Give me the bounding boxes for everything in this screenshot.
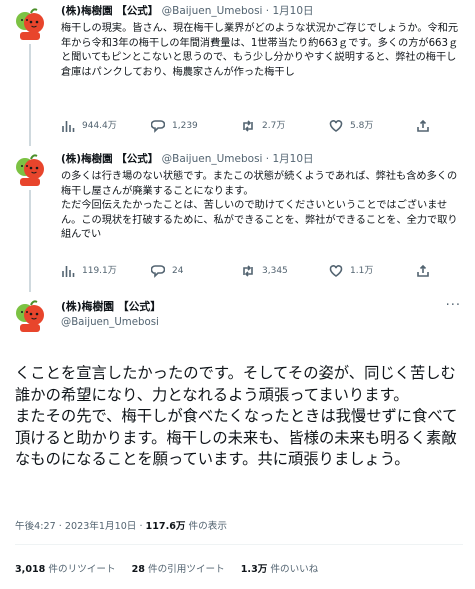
reply-button[interactable]: 24 bbox=[151, 263, 183, 279]
display-name[interactable]: (株)梅樹園 【公式】 bbox=[61, 300, 161, 314]
retweet-icon bbox=[243, 120, 253, 132]
views-button[interactable]: 944.4万 bbox=[61, 118, 117, 134]
views-count: 117.6万 bbox=[145, 521, 186, 532]
more-options-icon[interactable]: ··· bbox=[446, 298, 461, 313]
tweet-text: の多くは行き場のない状態です。またこの状態が続くようであれば、弊社も含め多くの梅… bbox=[61, 171, 458, 241]
views-icon bbox=[62, 121, 75, 132]
mascot-avatar-icon bbox=[16, 8, 44, 40]
retweets-stat[interactable]: 3,018 件のリツイート bbox=[15, 564, 116, 575]
retweet-icon bbox=[243, 265, 253, 277]
like-icon bbox=[329, 120, 343, 132]
likes-stat[interactable]: 1.3万 件のいいね bbox=[241, 564, 319, 575]
mascot-avatar-icon bbox=[16, 154, 44, 186]
display-name[interactable]: (株)梅樹園 【公式】 bbox=[61, 5, 158, 17]
handle[interactable]: @Baijuen_Umebosi bbox=[61, 316, 159, 330]
views-icon bbox=[62, 266, 75, 277]
retweet-button[interactable]: 2.7万 bbox=[241, 118, 285, 134]
views-button[interactable]: 119.1万 bbox=[61, 263, 117, 279]
display-name[interactable]: (株)梅樹園 【公式】 bbox=[61, 153, 158, 165]
handle-date[interactable]: @Baijuen_Umebosi · 1月10日 bbox=[162, 153, 314, 165]
divider bbox=[15, 544, 463, 545]
reply-icon bbox=[151, 265, 165, 278]
share-button[interactable] bbox=[416, 263, 437, 279]
tweet-text: くことを宣言したかったのです。そしてその姿が、同じく苦しむ誰かの希望になり、力と… bbox=[15, 364, 458, 469]
share-icon bbox=[417, 264, 429, 277]
thread-line bbox=[29, 44, 31, 146]
share-button[interactable] bbox=[416, 118, 437, 134]
tweet-timestamp[interactable]: 午後4:27 · 2023年1月10日 · 117.6万 件の表示 bbox=[15, 518, 227, 532]
share-icon bbox=[417, 119, 429, 132]
reply-button[interactable]: 1,239 bbox=[151, 118, 198, 134]
avatar[interactable] bbox=[12, 6, 48, 42]
retweet-button[interactable]: 3,345 bbox=[241, 263, 288, 279]
quotes-stat[interactable]: 28 件の引用ツイート bbox=[132, 564, 225, 575]
like-button[interactable]: 5.8万 bbox=[329, 118, 373, 134]
tweet-header: (株)梅樹園 【公式】 @Baijuen_Umebosi · 1月10日 bbox=[61, 152, 314, 166]
tweet-header: (株)梅樹園 【公式】 @Baijuen_Umebosi · 1月10日 bbox=[61, 4, 314, 18]
engagement-stats: 3,018 件のリツイート 28 件の引用ツイート 1.3万 件のいいね bbox=[15, 561, 318, 575]
like-icon bbox=[329, 265, 343, 277]
thread-line bbox=[29, 190, 31, 292]
reply-icon bbox=[151, 120, 165, 133]
tweet-text: 梅干しの現実。皆さん、現在梅干し業界がどのような状況かご存じでしょうか。令和元年… bbox=[61, 23, 459, 78]
handle-date[interactable]: @Baijuen_Umebosi · 1月10日 bbox=[162, 5, 314, 17]
avatar[interactable] bbox=[12, 298, 48, 334]
avatar[interactable] bbox=[12, 152, 48, 188]
tweet-actions: 944.4万 1,239 2.7万 5.8万 bbox=[61, 118, 461, 134]
mascot-avatar-icon bbox=[16, 300, 44, 332]
like-button[interactable]: 1.1万 bbox=[329, 263, 373, 279]
tweet-actions: 119.1万 24 3,345 1.1万 bbox=[61, 263, 461, 279]
